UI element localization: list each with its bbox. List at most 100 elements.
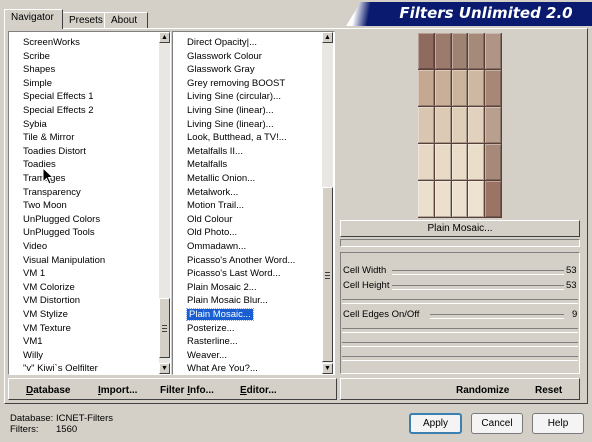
mosaic-tile xyxy=(485,107,501,143)
category-item-label: Transparency xyxy=(23,186,81,198)
param-label-cell-edges: Cell Edges On/Off xyxy=(343,309,420,320)
filter-scroll-thumb[interactable] xyxy=(322,187,333,362)
filter-list-item[interactable]: Grey removing BOOST xyxy=(173,77,285,90)
category-list-item[interactable]: Tile & Mirror xyxy=(9,131,74,144)
filter-item-label: Ommadawn... xyxy=(187,241,247,252)
category-list-item[interactable]: Tramages xyxy=(9,172,65,185)
param-slider-cell-width[interactable] xyxy=(392,270,564,275)
category-list-item[interactable]: "v" Kiwi`s Oelfilter xyxy=(9,362,98,374)
filter-list-item[interactable]: Rasterline... xyxy=(173,335,238,348)
category-list-item[interactable]: VM Stylize xyxy=(9,308,68,321)
category-list-item[interactable]: Transparency xyxy=(9,186,81,199)
category-list-item[interactable]: Scribe xyxy=(9,50,50,63)
filter-list-item[interactable]: Picasso's Another Word... xyxy=(173,254,295,267)
cancel-button[interactable]: Cancel xyxy=(471,413,523,434)
category-list-item[interactable]: UnPlugged Tools xyxy=(9,226,95,239)
param-slider-cell-edges[interactable] xyxy=(430,314,564,319)
category-list-item[interactable]: Toadies Distort xyxy=(9,145,86,158)
category-list-item[interactable]: Special Effects 2 xyxy=(9,104,94,117)
filter-list[interactable]: Direct Opacity|... Glasswork Colour Glassw… xyxy=(172,31,335,375)
param-slider-empty-2[interactable] xyxy=(342,328,578,333)
filter-list-item[interactable]: Weaver... xyxy=(173,349,227,362)
mosaic-tile xyxy=(451,144,468,180)
category-list-item[interactable]: Visual Manipulation xyxy=(9,254,105,267)
scroll-up-arrow-icon[interactable]: ▲ xyxy=(322,32,333,43)
filter-list-item[interactable]: Motion Trail... xyxy=(173,199,244,212)
category-scrollbar[interactable]: ▲ ▼ xyxy=(159,32,170,374)
category-list-item[interactable]: VM Colorize xyxy=(9,281,75,294)
category-scroll-thumb[interactable] xyxy=(159,298,170,358)
filter-list-item[interactable]: Posterize... xyxy=(173,322,235,335)
category-list-item[interactable]: ScreenWorks xyxy=(9,36,80,49)
mosaic-tile xyxy=(418,70,434,106)
filter-list-item[interactable]: Plain Mosaic... xyxy=(173,308,254,321)
param-label-cell-height: Cell Height xyxy=(343,280,390,291)
filter-list-item[interactable]: Living Sine (circular)... xyxy=(173,90,281,103)
help-button[interactable]: Help xyxy=(532,413,584,434)
filter-item-label: Living Sine (linear)... xyxy=(187,105,274,116)
filter-item-label: Metalwork... xyxy=(187,186,239,198)
category-list-item[interactable]: Special Effects 1 xyxy=(9,90,94,103)
category-list-item[interactable]: Shapes xyxy=(9,63,55,76)
editor-button[interactable]: Editor... xyxy=(240,385,277,396)
reset-button[interactable]: Reset xyxy=(535,385,562,396)
category-list-item[interactable]: Willy xyxy=(9,349,43,362)
filter-item-label: Living Sine (circular)... xyxy=(187,91,281,103)
mosaic-tile xyxy=(468,181,485,217)
param-slider-empty-1[interactable] xyxy=(342,299,578,304)
filter-list-item[interactable]: Metalwork... xyxy=(173,186,238,199)
category-item-label: Visual Manipulation xyxy=(23,254,106,266)
category-list-item[interactable]: Sybia xyxy=(9,118,47,131)
tab-navigator[interactable]: Navigator xyxy=(4,9,63,29)
filter-list-item[interactable]: Picasso's Last Word... xyxy=(173,267,281,280)
filter-list-item[interactable]: Metallic Onion... xyxy=(173,172,255,185)
category-list-item[interactable]: UnPlugged Colors xyxy=(9,213,100,226)
category-list-item[interactable]: Video xyxy=(9,240,47,253)
filter-list-item[interactable]: Old Colour xyxy=(173,213,232,226)
filter-list-item[interactable]: Living Sine (linear)... xyxy=(173,104,274,117)
filter-list-item[interactable]: Metalfalls xyxy=(173,158,227,171)
category-list-item[interactable]: VM Texture xyxy=(9,322,71,335)
filter-list-item[interactable]: What Are You?... xyxy=(173,362,258,374)
category-item-label: Toadies Distort xyxy=(23,145,86,157)
param-slider-cell-height[interactable] xyxy=(392,285,564,290)
category-list-item[interactable]: Simple xyxy=(9,77,52,90)
category-list-item[interactable]: Two Moon xyxy=(9,199,67,212)
filter-list-item[interactable]: Look, Butthead, a TV!... xyxy=(173,131,287,144)
param-slider-empty-3[interactable] xyxy=(342,342,578,347)
database-button[interactable]: Database xyxy=(26,385,70,396)
filter-list-item[interactable]: Plain Mosaic 2... xyxy=(173,281,257,294)
filter-list-item[interactable]: Old Photo... xyxy=(173,226,237,239)
category-item-label: VM Texture xyxy=(23,322,71,334)
apply-button[interactable]: Apply xyxy=(409,413,462,434)
tab-about[interactable]: About xyxy=(104,12,148,29)
filter-item-label: Motion Trail... xyxy=(187,200,245,212)
scroll-up-arrow-icon[interactable]: ▲ xyxy=(159,32,170,43)
mosaic-tile xyxy=(485,33,501,69)
filter-list-item[interactable]: Direct Opacity|... xyxy=(173,36,257,49)
filter-list-item[interactable]: Glasswork Gray xyxy=(173,63,255,76)
param-value-cell-height: 53 xyxy=(566,280,577,291)
filter-list-item[interactable]: Glasswork Colour xyxy=(173,50,262,63)
category-list-item[interactable]: VM Distortion xyxy=(9,294,80,307)
filter-list-item[interactable]: Plain Mosaic Blur... xyxy=(173,294,268,307)
filter-info-button[interactable]: Filter Info... xyxy=(160,385,214,396)
filter-scrollbar[interactable]: ▲ ▼ xyxy=(322,32,333,374)
scroll-down-arrow-icon[interactable]: ▼ xyxy=(322,363,333,374)
mosaic-tile xyxy=(434,70,451,106)
randomize-button[interactable]: Randomize xyxy=(456,385,509,396)
filter-list-item[interactable]: Metalfalls II... xyxy=(173,145,243,158)
status-database-label: Database: xyxy=(10,413,54,424)
filter-list-item[interactable]: Ommadawn... xyxy=(173,240,246,253)
scroll-down-arrow-icon[interactable]: ▼ xyxy=(159,363,170,374)
mosaic-tile xyxy=(451,70,468,106)
filter-list-item[interactable]: Living Sine (linear)... xyxy=(173,118,274,131)
filter-item-label: Grey removing BOOST xyxy=(187,77,286,89)
filter-item-label: Glasswork Gray xyxy=(187,64,255,76)
category-list-item[interactable]: VM 1 xyxy=(9,267,45,280)
category-list[interactable]: ScreenWorks Scribe Shapes Simple Special Eff… xyxy=(8,31,171,375)
param-slider-empty-4[interactable] xyxy=(342,356,578,361)
import-button[interactable]: Import... xyxy=(98,385,137,396)
mosaic-tile xyxy=(451,33,468,69)
category-list-item[interactable]: VM1 xyxy=(9,335,43,348)
